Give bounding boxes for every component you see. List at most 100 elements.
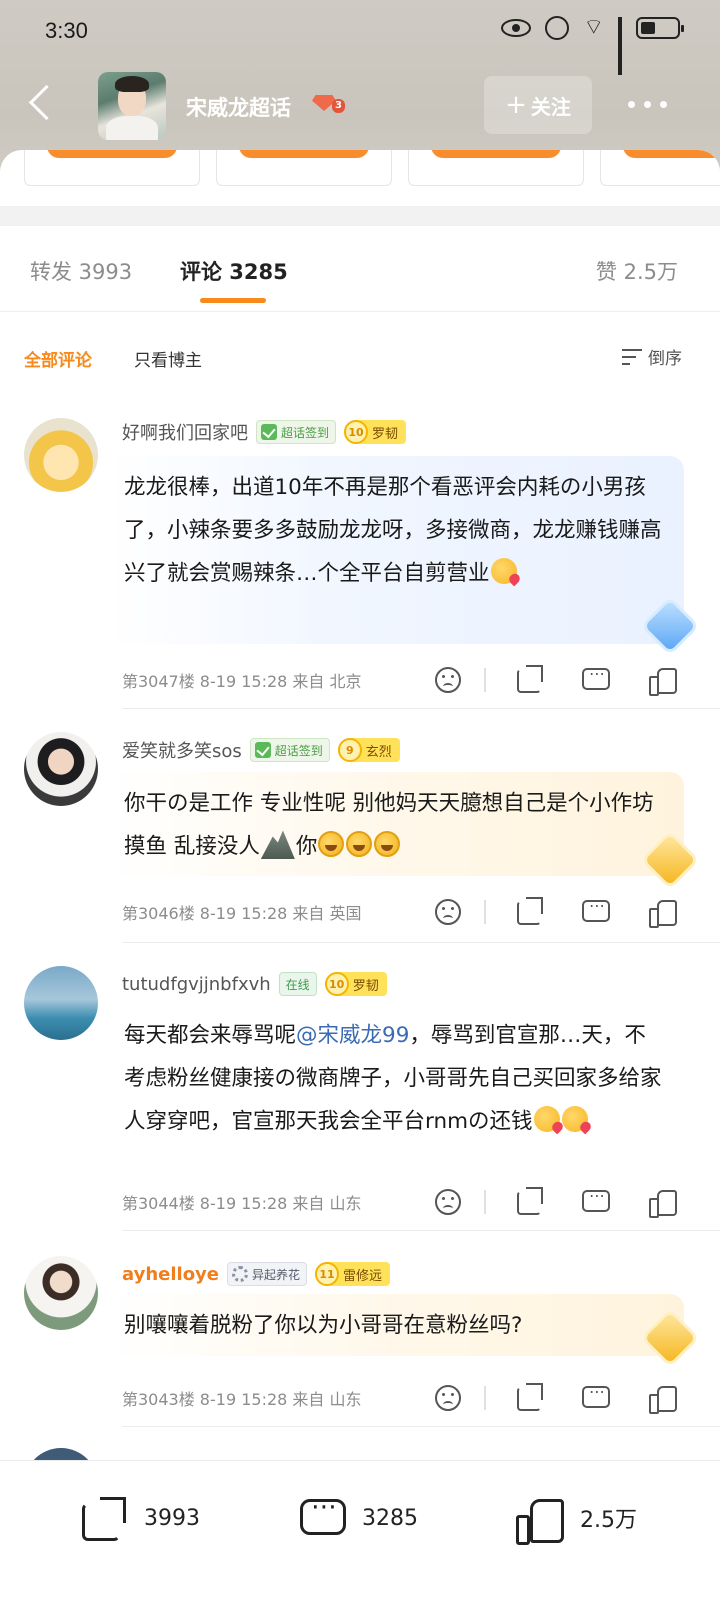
share-icon[interactable] (512, 894, 548, 930)
tab-like[interactable]: 赞 2.5万 (596, 256, 678, 286)
comment-username[interactable]: tutudfgvjjnbfxvh (122, 974, 271, 995)
comment-meta-row: 第3047楼 8-19 15:28 来自 北京 (122, 662, 682, 698)
more-dots-icon[interactable] (628, 94, 676, 114)
comment-meta-row: 第3044楼 8-19 15:28 来自 山东 (122, 1184, 682, 1220)
supertopic-title[interactable]: 宋威龙超话 (186, 92, 291, 122)
repost-button[interactable]: 3993 (80, 1491, 200, 1545)
checkin-badge[interactable]: 超话签到 (249, 738, 330, 762)
tab-active-indicator (200, 298, 266, 303)
tab-comment[interactable]: 评论 3285 (180, 256, 288, 286)
flower-icon (232, 1266, 248, 1282)
section-gap (0, 206, 720, 226)
dislike-icon[interactable] (430, 662, 466, 698)
dislike-icon[interactable] (430, 1184, 466, 1220)
reply-icon[interactable] (578, 1184, 614, 1220)
sort-icon (622, 347, 644, 367)
divider (484, 900, 486, 924)
like-button[interactable]: 2.5万 (516, 1491, 637, 1545)
dislike-icon[interactable] (430, 894, 466, 930)
back-arrow-icon[interactable] (24, 82, 64, 126)
comment-divider (122, 708, 720, 709)
kiss-emoji-icon (533, 1106, 560, 1132)
fan-level-badge[interactable]: 10 罗韧 (324, 972, 387, 996)
share-icon (80, 1493, 130, 1543)
card-item[interactable] (408, 150, 584, 186)
divider (484, 668, 486, 692)
card-strip (0, 150, 720, 190)
status-time: 3:30 (45, 18, 88, 43)
supertopic-avatar[interactable] (98, 72, 166, 140)
fan-level-badge[interactable]: 9 玄烈 (337, 738, 400, 762)
kiss-emoji-icon (490, 558, 517, 584)
comment-button[interactable]: 3285 (298, 1491, 418, 1545)
card-item[interactable] (216, 150, 392, 186)
reply-icon[interactable] (578, 894, 614, 930)
thumbs-up-icon (516, 1493, 566, 1545)
follow-label: 关注 (530, 94, 571, 119)
comment-username[interactable]: ayhelloye (122, 1264, 219, 1285)
comment-divider (122, 1426, 720, 1427)
fan-level-number: 9 (337, 738, 362, 762)
fan-level-badge[interactable]: 11 雷修远 (315, 1262, 391, 1286)
badge-label: 超话签到 (274, 743, 323, 758)
comment-count: 3285 (362, 1505, 418, 1531)
badge-label: 异起养花 (252, 1267, 301, 1282)
laugh-cry-emoji-icon (374, 831, 401, 857)
comment-meta-text: 第3043楼 8-19 15:28 来自 山东 (122, 1390, 362, 1409)
sort-label: 倒序 (648, 349, 682, 369)
filter-all-comments[interactable]: 全部评论 (24, 346, 92, 371)
avatar[interactable] (24, 1256, 98, 1330)
eye-icon (501, 19, 532, 37)
comment-bubble[interactable]: 龙龙很棒，出道10年不再是那个看恶评会内耗の小男孩了，小辣条要多多鼓励龙龙呀，多… (106, 456, 684, 644)
avatar[interactable] (24, 966, 98, 1040)
flower-badge[interactable]: 异起养花 (227, 1262, 308, 1286)
tab-repost[interactable]: 转发 3993 (30, 256, 132, 286)
card-item[interactable] (600, 150, 720, 186)
comment-bubble[interactable]: 你干の是工作 专业性呢 别他妈天天臆想自己是个小作坊摸鱼 乱接没人你 (106, 772, 684, 876)
dislike-icon[interactable] (430, 1380, 466, 1416)
fan-level-badge[interactable]: 10 罗韧 (344, 420, 407, 444)
like-count: 2.5万 (580, 1508, 637, 1533)
avatar[interactable] (24, 1448, 98, 1460)
status-bar: 3:30 ⌔ (0, 0, 720, 75)
supertopic-level: 3 (332, 99, 345, 113)
like-icon[interactable] (644, 1184, 680, 1220)
reply-icon[interactable] (578, 1380, 614, 1416)
sort-button[interactable]: 倒序 (622, 344, 682, 369)
share-icon[interactable] (512, 1184, 548, 1220)
like-icon[interactable] (644, 662, 680, 698)
checkin-badge[interactable]: 超话签到 (256, 420, 337, 444)
comment-username[interactable]: 好啊我们回家吧 (122, 419, 248, 445)
fan-level-title: 罗韧 (372, 426, 399, 442)
wifi-icon: ⌔ (583, 15, 604, 40)
bottom-action-bar: 3993 3285 2.5万 (0, 1460, 720, 1600)
mention-link[interactable]: @宋威龙99 (296, 1023, 409, 1048)
online-badge[interactable]: 在线 (278, 972, 317, 996)
kiss-emoji-icon (561, 1106, 588, 1132)
filter-blogger-only[interactable]: 只看博主 (134, 346, 202, 371)
comment-username[interactable]: 爱笑就多笑sos (122, 737, 242, 763)
follow-button[interactable]: + 关注 (484, 76, 592, 134)
comment-text: 每天都会来辱骂呢 (124, 1023, 297, 1048)
reply-icon[interactable] (578, 662, 614, 698)
fan-level-title: 罗韧 (352, 978, 379, 994)
repost-count: 3993 (144, 1505, 200, 1531)
share-icon[interactable] (512, 1380, 548, 1416)
comment-meta-text: 第3047楼 8-19 15:28 来自 北京 (122, 672, 362, 691)
avatar[interactable] (24, 732, 98, 806)
divider (484, 1190, 486, 1214)
comment-bubble[interactable]: 每天都会来辱骂呢@宋威龙99，辱骂到官宣那…天，不考虑粉丝健康接の微商牌子，小哥… (106, 1004, 684, 1192)
like-icon[interactable] (644, 894, 680, 930)
fan-level-number: 10 (324, 972, 349, 996)
comment-text-tail: 你 (295, 834, 318, 859)
content-sheet: 转发 3993 评论 3285 赞 2.5万 全部评论 只看博主 倒序 好啊我们… (0, 150, 720, 1460)
comment-meta-row: 第3043楼 8-19 15:28 来自 山东 (122, 1380, 682, 1416)
tab-bar: 转发 3993 评论 3285 赞 2.5万 (0, 226, 720, 312)
avatar[interactable] (24, 418, 98, 492)
fan-level-title: 玄烈 (365, 744, 392, 760)
card-item[interactable] (24, 150, 200, 186)
share-icon[interactable] (512, 662, 548, 698)
signal-icon (618, 17, 622, 75)
comment-bubble[interactable]: 别嚷嚷着脱粉了你以为小哥哥在意粉丝吗? (106, 1294, 684, 1356)
like-icon[interactable] (644, 1380, 680, 1416)
